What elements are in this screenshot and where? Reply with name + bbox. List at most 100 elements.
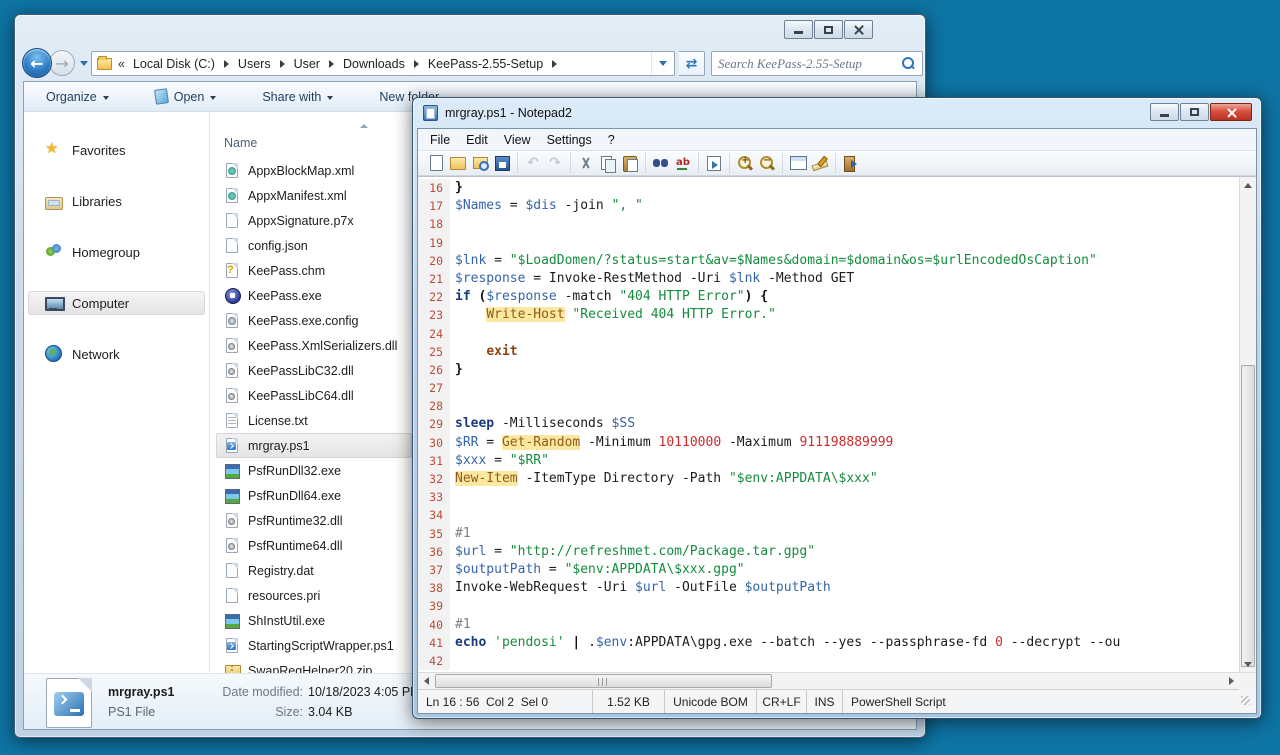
notepad2-minimize-button[interactable] xyxy=(1150,103,1179,121)
exit-icon[interactable] xyxy=(841,154,861,172)
notepad2-maximize-button[interactable] xyxy=(1180,103,1209,121)
scroll-left-button[interactable] xyxy=(418,673,434,689)
address-bar[interactable]: « Local Disk (C:) Users User Downloads KeePa… xyxy=(91,51,675,76)
new-icon[interactable] xyxy=(426,154,446,172)
menu-settings[interactable]: Settings xyxy=(539,130,600,150)
file-row-appxblockmap-xml[interactable]: AppxBlockMap.xml xyxy=(216,158,412,183)
file-row-appxmanifest-xml[interactable]: AppxManifest.xml xyxy=(216,183,412,208)
code-area[interactable]: 16}17$Names = $dis -join ", "181920$lnk … xyxy=(418,177,1239,672)
file-row-psfrundll64-exe[interactable]: PsfRunDll64.exe xyxy=(216,483,412,508)
file-row-psfrundll32-exe[interactable]: PsfRunDll32.exe xyxy=(216,458,412,483)
breadcrumb-separator-icon[interactable] xyxy=(224,60,229,68)
horizontal-scroll-thumb[interactable] xyxy=(435,674,772,688)
breadcrumb-separator-icon[interactable] xyxy=(329,60,334,68)
line-number: 21 xyxy=(418,270,450,288)
notepad2-close-button[interactable] xyxy=(1210,103,1252,121)
file-row-appxsignature-p7x[interactable]: AppxSignature.p7x xyxy=(216,208,412,233)
size-value: 3.04 KB xyxy=(308,705,352,719)
undo-icon xyxy=(523,154,543,172)
notepad2-titlebar[interactable]: mrgray.ps1 - Notepad2 xyxy=(423,105,572,121)
file-row-keepass-exe[interactable]: KeePass.exe xyxy=(216,283,412,308)
explorer-close-button[interactable] xyxy=(844,20,873,39)
menu-edit[interactable]: Edit xyxy=(458,130,496,150)
file-row-config-json[interactable]: config.json xyxy=(216,233,412,258)
replace-icon[interactable] xyxy=(673,154,693,172)
breadcrumb-item-user[interactable]: User xyxy=(292,55,322,73)
file-row-startingscriptwrapper-ps1[interactable]: StartingScriptWrapper.ps1 xyxy=(216,633,412,658)
file-name: PsfRuntime32.dll xyxy=(248,514,343,528)
scroll-right-button[interactable] xyxy=(1223,673,1239,689)
toolbar-button-organize[interactable]: Organize xyxy=(40,87,115,107)
file-name: KeePass.exe.config xyxy=(248,314,359,328)
paste-icon[interactable] xyxy=(620,154,640,172)
file-row-shinstutil-exe[interactable]: ShInstUtil.exe xyxy=(216,608,412,633)
file-row-psfruntime32-dll[interactable]: PsfRuntime32.dll xyxy=(216,508,412,533)
file-file-icon xyxy=(225,563,239,579)
sidebar-item-network[interactable]: Network xyxy=(28,342,205,366)
breadcrumb-separator-icon[interactable] xyxy=(414,60,419,68)
scroll-up-button[interactable] xyxy=(1240,177,1256,193)
exe-file-icon xyxy=(225,613,239,629)
zoom-out-icon[interactable] xyxy=(757,154,777,172)
file-name: KeePassLibC64.dll xyxy=(248,389,354,403)
forward-button[interactable]: → xyxy=(49,50,75,76)
wrap-icon[interactable] xyxy=(704,154,724,172)
breadcrumb-item-users[interactable]: Users xyxy=(236,55,273,73)
file-row-keepasslibc32-dll[interactable]: KeePassLibC32.dll xyxy=(216,358,412,383)
file-row-psfruntime64-dll[interactable]: PsfRuntime64.dll xyxy=(216,533,412,558)
cut-icon[interactable] xyxy=(576,154,596,172)
editor[interactable]: 16}17$Names = $dis -join ", "181920$lnk … xyxy=(418,176,1256,672)
menu-file[interactable]: File xyxy=(422,130,458,150)
recent-pages-dropdown-icon[interactable] xyxy=(80,61,88,66)
minimize-icon xyxy=(794,31,803,34)
menu-[interactable]: ? xyxy=(600,130,623,150)
search-box[interactable] xyxy=(711,51,923,76)
file-row-license-txt[interactable]: License.txt xyxy=(216,408,412,433)
breadcrumb-item-downloads[interactable]: Downloads xyxy=(341,55,407,73)
file-row-keepass-exe-config[interactable]: KeePass.exe.config xyxy=(216,308,412,333)
scroll-down-button[interactable] xyxy=(1240,656,1256,672)
toolbar-button-open[interactable]: Open xyxy=(149,86,223,107)
file-row-keepass-xmlserializers-dll[interactable]: KeePass.XmlSerializers.dll xyxy=(216,333,412,358)
code-line-18: 18 xyxy=(418,215,1239,233)
address-dropdown-button[interactable] xyxy=(651,52,674,75)
scheme-icon[interactable] xyxy=(810,154,830,172)
sidebar-item-homegroup[interactable]: Homegroup xyxy=(28,240,205,264)
file-name: PsfRunDll64.exe xyxy=(248,489,341,503)
file-row-mrgray-ps1[interactable]: mrgray.ps1 xyxy=(216,433,412,458)
save-icon[interactable] xyxy=(492,154,512,172)
file-row-resources-pri[interactable]: resources.pri xyxy=(216,583,412,608)
vertical-scroll-thumb[interactable] xyxy=(1241,365,1255,667)
breadcrumb-item-keepass-2-55-setup[interactable]: KeePass-2.55-Setup xyxy=(426,55,545,73)
refresh-button[interactable]: ⇄ xyxy=(679,51,705,76)
sidebar-item-favorites[interactable]: Favorites xyxy=(28,138,205,162)
find-icon[interactable] xyxy=(651,154,671,172)
sidebar-item-libraries[interactable]: Libraries xyxy=(28,189,205,213)
toolbar-button-share-with[interactable]: Share with xyxy=(256,87,339,107)
breadcrumb-item-local-disk-c[interactable]: Local Disk (C:) xyxy=(131,55,217,73)
resize-grip-icon[interactable] xyxy=(1241,696,1250,705)
file-name: mrgray.ps1 xyxy=(248,439,310,453)
explorer-maximize-button[interactable] xyxy=(814,20,843,39)
open-icon[interactable] xyxy=(448,154,468,172)
back-button[interactable]: ← xyxy=(22,48,52,78)
breadcrumb-prefix: « xyxy=(118,57,125,71)
explorer-minimize-button[interactable] xyxy=(784,20,813,39)
sidebar-item-computer[interactable]: Computer xyxy=(28,291,205,315)
horizontal-scrollbar[interactable] xyxy=(418,672,1256,689)
file-row-registry-dat[interactable]: Registry.dat xyxy=(216,558,412,583)
config-file-icon xyxy=(225,313,239,329)
line-number: 35 xyxy=(418,525,450,543)
zoom-in-icon[interactable] xyxy=(735,154,755,172)
menu-view[interactable]: View xyxy=(496,130,539,150)
breadcrumb-separator-icon[interactable] xyxy=(280,60,285,68)
settings-icon[interactable] xyxy=(788,154,808,172)
file-row-keepasslibc64-dll[interactable]: KeePassLibC64.dll xyxy=(216,383,412,408)
file-row-keepass-chm[interactable]: ?KeePass.chm xyxy=(216,258,412,283)
browse-icon[interactable] xyxy=(470,154,490,172)
copy-icon[interactable] xyxy=(598,154,618,172)
search-input[interactable] xyxy=(712,56,900,72)
breadcrumb-separator-icon[interactable] xyxy=(552,60,557,68)
toolbar-group xyxy=(783,153,836,173)
vertical-scrollbar[interactable] xyxy=(1239,177,1256,672)
